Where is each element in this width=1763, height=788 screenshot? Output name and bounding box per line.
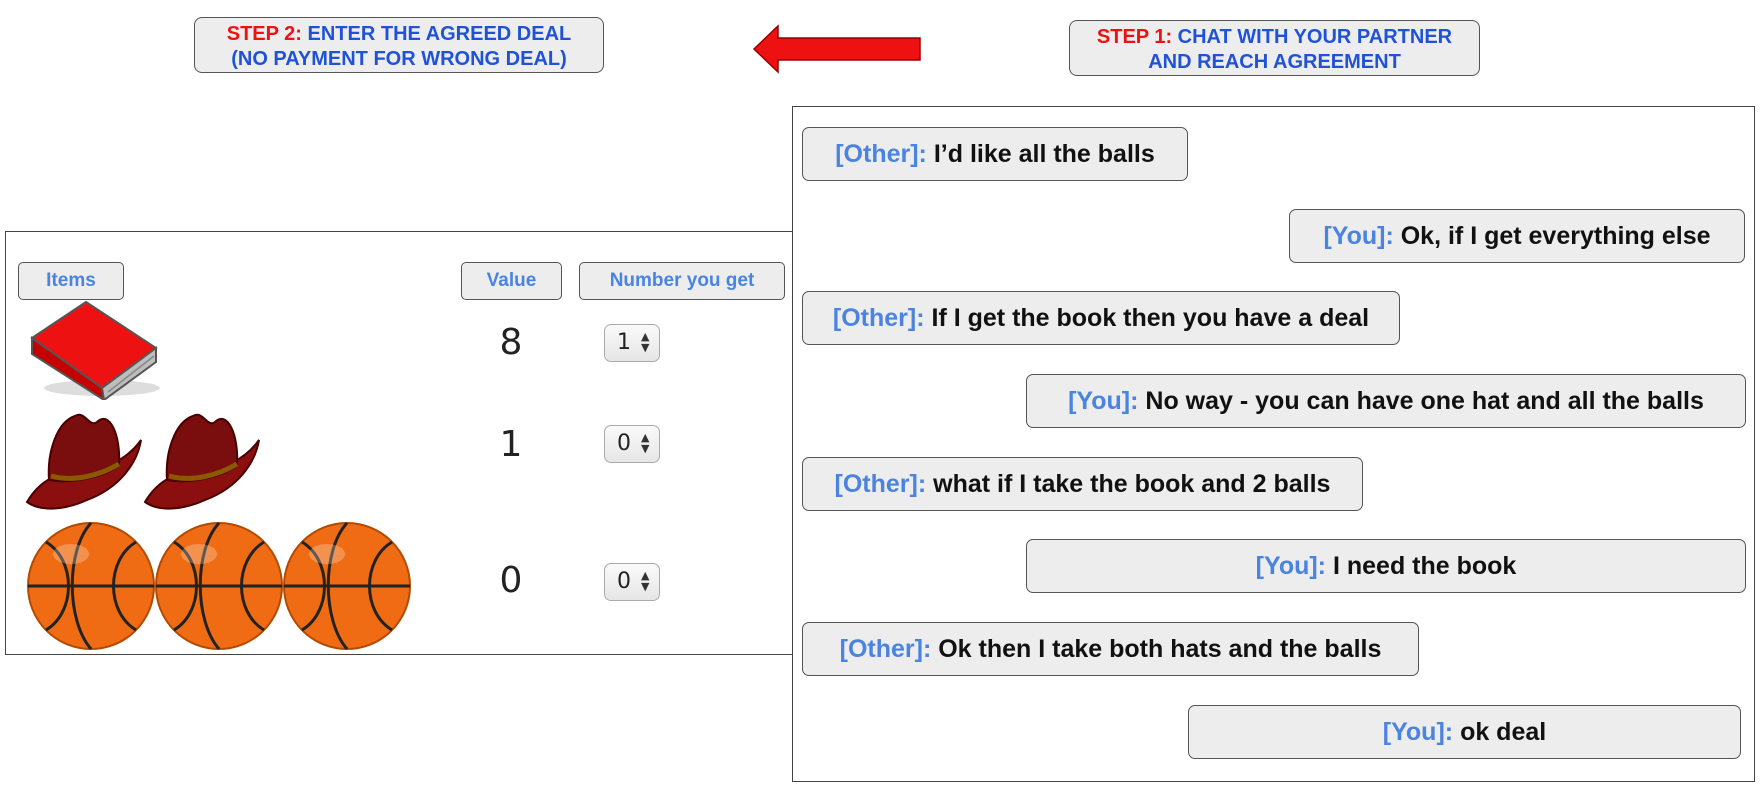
ball-value: 0 [499,560,523,601]
chat-panel: [Other]: I’d like all the balls [You]: O… [792,106,1755,782]
hat-icon [143,413,260,510]
step1-text-line2: AND REACH AGREEMENT [1148,51,1401,73]
stepper-arrows-icon[interactable]: ▲ ▼ [641,331,649,353]
stepper-arrows-icon[interactable]: ▲ ▼ [641,432,649,454]
hat-number-value: 0 [617,431,631,456]
message-text: If I get the book then you have a deal [931,304,1370,332]
book-value: 8 [499,322,523,363]
message-text: what if I take the book and 2 balls [933,470,1331,498]
step2-text-line1: ENTER THE AGREED DEAL [307,23,572,45]
hat-number-stepper[interactable]: 0 ▲ ▼ [604,425,660,463]
step2-label: STEP 2: [226,23,302,45]
deal-row-ball: 0 0 ▲ ▼ [6,520,791,652]
message-text: Ok then I take both hats and the balls [938,635,1382,663]
chat-message-you: [You]: Ok, if I get everything else [1289,209,1745,263]
message-text: No way - you can have one hat and all th… [1145,387,1704,415]
chat-message-other: [Other]: what if I take the book and 2 b… [802,457,1363,511]
step1-label: STEP 1: [1096,26,1173,48]
stepper-arrows-icon[interactable]: ▲ ▼ [641,570,649,592]
deal-row-book: 8 1 ▲ ▼ [6,300,791,400]
left-arrow-icon [752,24,921,74]
chat-message-you: [You]: I need the book [1026,539,1746,593]
deal-row-hat: 1 0 ▲ ▼ [6,400,791,518]
chat-message-other: [Other]: I’d like all the balls [802,127,1188,181]
speaker-label: [You]: [1382,718,1454,746]
speaker-label: [Other]: [839,635,932,663]
items-header: Items [18,262,124,300]
step2-instruction: STEP 2: ENTER THE AGREED DEAL (NO PAYMEN… [194,17,604,73]
speaker-label: [Other]: [835,140,927,168]
value-header: Value [461,262,562,300]
step1-text-line1: CHAT WITH YOUR PARTNER [1177,26,1453,48]
ball-number-value: 0 [617,569,631,594]
book-number-value: 1 [617,330,631,355]
step2-text-line2: (NO PAYMENT FOR WRONG DEAL) [231,48,567,70]
speaker-label: [You]: [1255,552,1327,580]
book-number-stepper[interactable]: 1 ▲ ▼ [604,324,660,362]
chat-message-other: [Other]: Ok then I take both hats and th… [802,622,1419,676]
speaker-label: [Other]: [834,470,927,498]
chat-message-you: [You]: No way - you can have one hat and… [1026,374,1746,428]
hat-icon [25,413,142,510]
speaker-label: [You]: [1323,222,1394,250]
step1-instruction: STEP 1: CHAT WITH YOUR PARTNER AND REACH… [1069,20,1480,76]
ball-number-stepper[interactable]: 0 ▲ ▼ [604,563,660,601]
number-header: Number you get [579,262,785,300]
message-text: I need the book [1332,552,1517,580]
speaker-label: [You]: [1068,387,1139,415]
message-text: I’d like all the balls [933,140,1155,168]
chat-message-other: [Other]: If I get the book then you have… [802,291,1400,345]
chat-message-you: [You]: ok deal [1188,705,1741,759]
basketball-icon [155,521,283,650]
basketball-icon [27,521,155,650]
book-icon [30,300,160,400]
hat-value: 1 [499,424,523,465]
deal-panel: Items Value Number you get 8 1 ▲ ▼ 1 0 ▲… [5,231,793,655]
basketball-icon [283,521,411,650]
message-text: Ok, if I get everything else [1400,222,1711,250]
speaker-label: [Other]: [832,304,925,332]
message-text: ok deal [1460,718,1547,746]
